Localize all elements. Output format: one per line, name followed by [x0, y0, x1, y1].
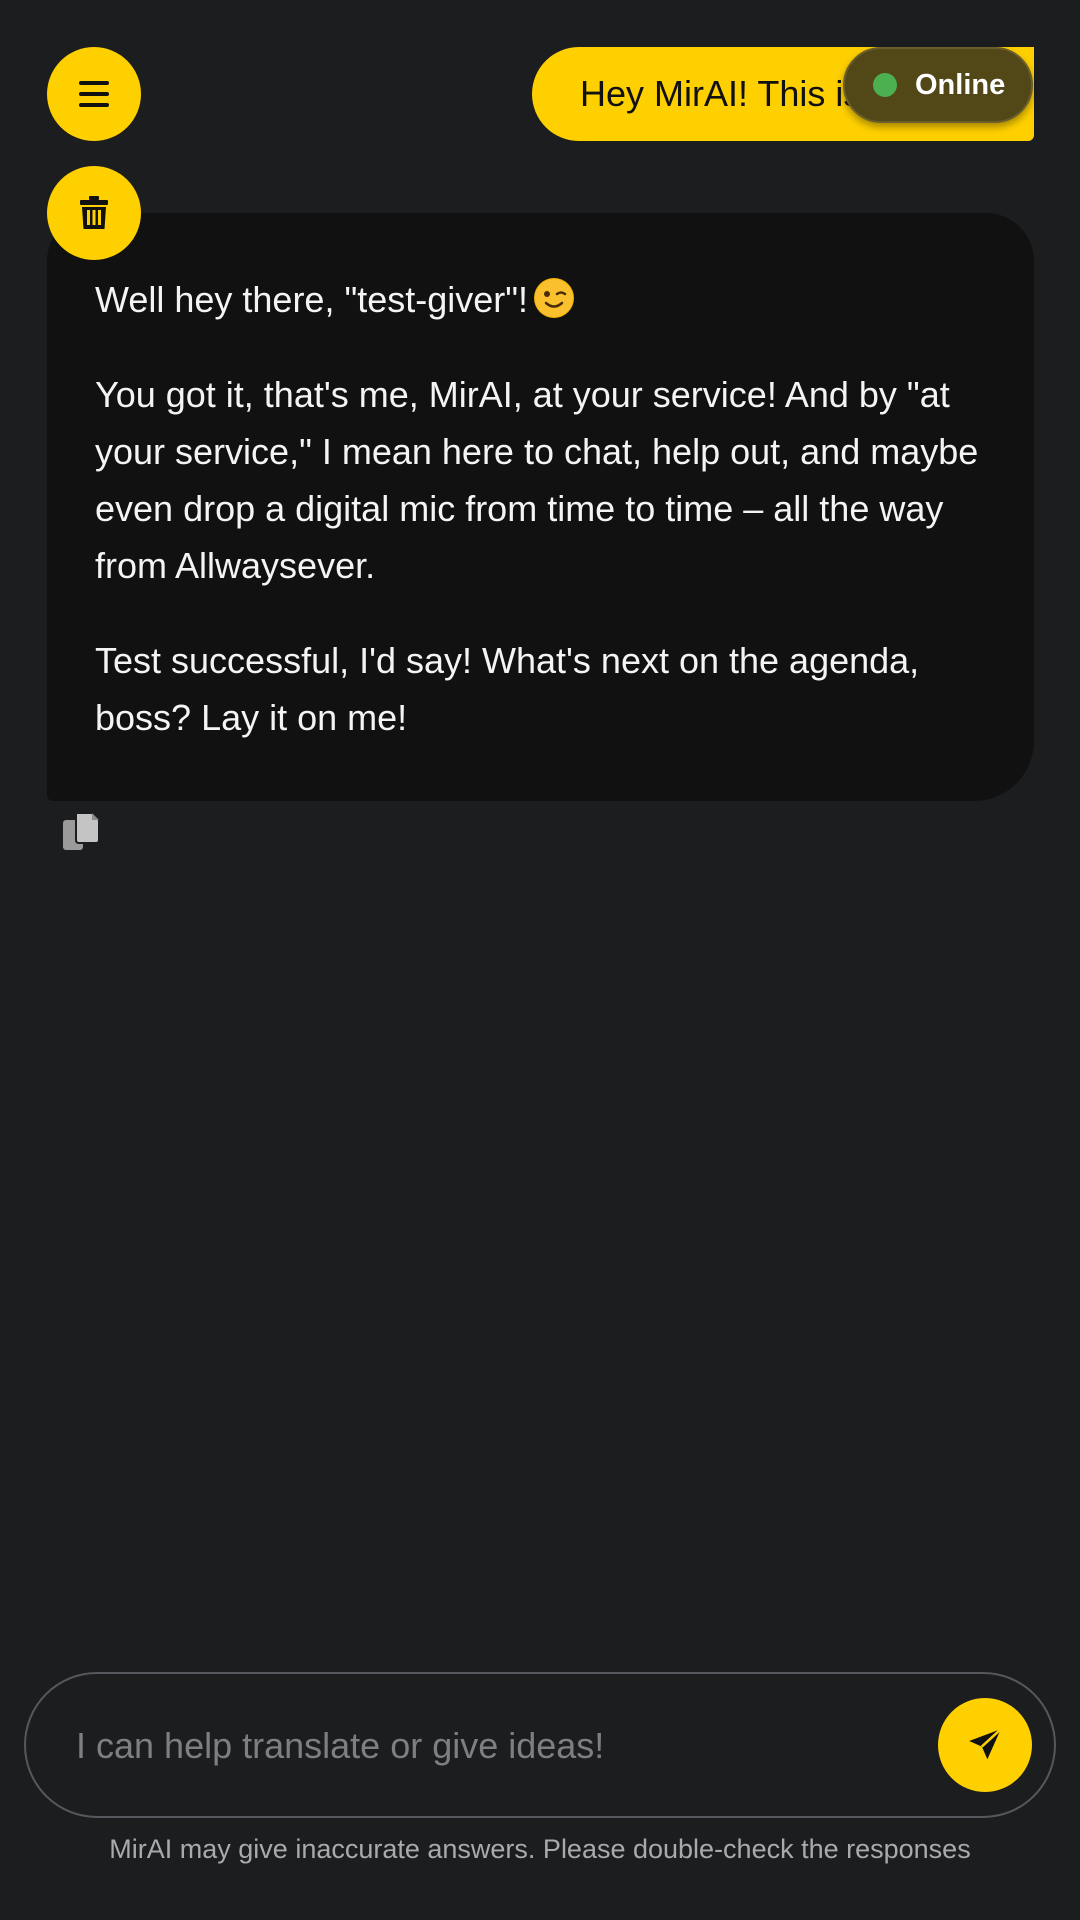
- hamburger-menu-icon: [79, 81, 109, 107]
- online-status-badge: Online: [843, 47, 1033, 123]
- assistant-paragraph-text: Well hey there, "test-giver"!: [95, 279, 529, 320]
- message-composer: [24, 1672, 1056, 1818]
- copy-icon: [63, 812, 100, 850]
- chat-screen: Hey MirAI! This is a test Online Well he…: [0, 0, 1080, 1920]
- assistant-message-bubble: Well hey there, "test-giver"! You got it…: [47, 213, 1034, 801]
- winking-face-emoji-icon: [534, 278, 575, 318]
- status-dot-icon: [873, 73, 897, 97]
- disclaimer-text: MirAI may give inaccurate answers. Pleas…: [109, 1834, 971, 1864]
- copy-message-button[interactable]: [62, 810, 102, 854]
- trash-icon: [80, 196, 108, 229]
- assistant-paragraph: You got it, that's me, MirAI, at your se…: [95, 374, 979, 586]
- assistant-paragraph: Test successful, I'd say! What's next on…: [95, 640, 920, 738]
- message-input[interactable]: [74, 1712, 918, 1780]
- assistant-paragraph: Well hey there, "test-giver"!: [95, 271, 988, 328]
- send-paper-plane-icon: [969, 1728, 1002, 1760]
- status-label: Online: [915, 68, 1006, 101]
- delete-chat-button[interactable]: [47, 166, 141, 260]
- menu-button[interactable]: [47, 47, 141, 141]
- send-button[interactable]: [938, 1698, 1032, 1792]
